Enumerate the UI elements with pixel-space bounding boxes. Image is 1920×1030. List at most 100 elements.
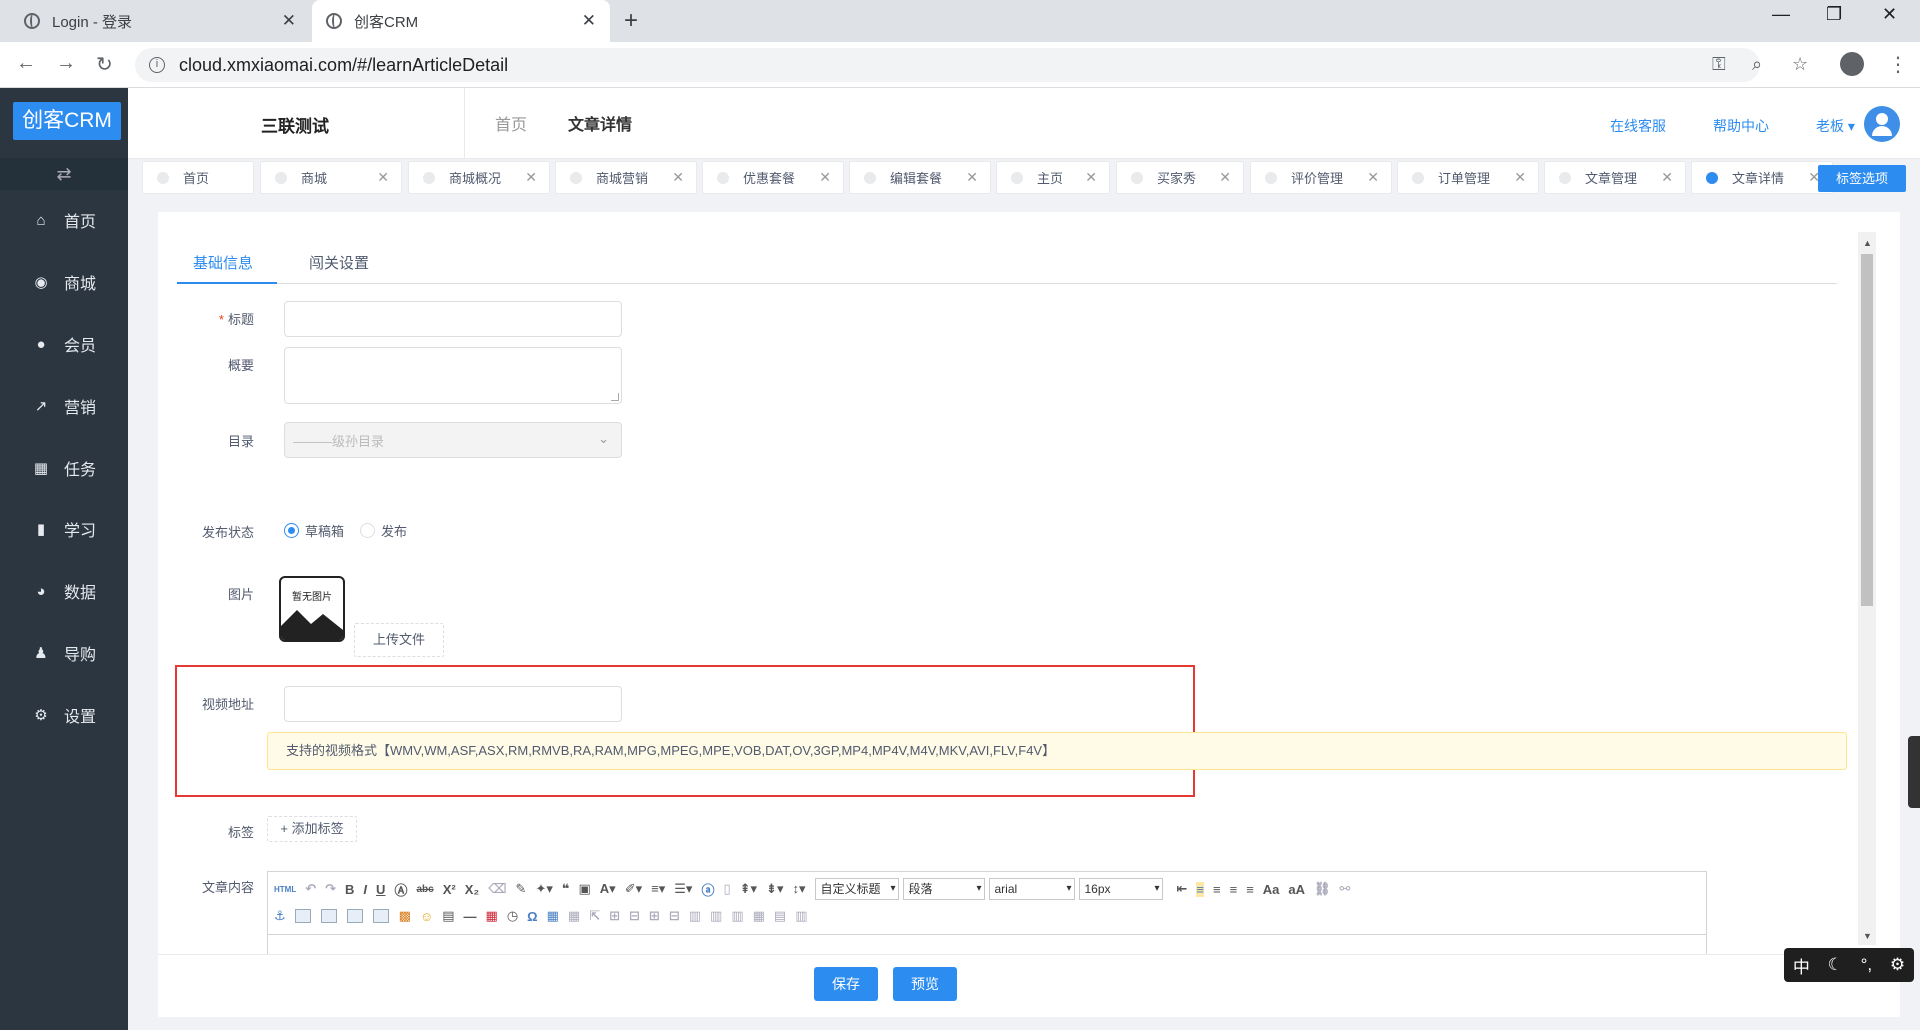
tag-article-management[interactable]: 文章管理 ✕ bbox=[1544, 161, 1686, 194]
subscript-icon[interactable]: X₂ bbox=[465, 882, 479, 897]
tag-main-page[interactable]: 主页 ✕ bbox=[996, 161, 1110, 194]
title-input[interactable] bbox=[284, 301, 622, 337]
direction-icon[interactable]: ⇤ bbox=[1177, 881, 1188, 897]
split-cells-icon[interactable]: ▦ bbox=[753, 908, 765, 924]
merge-right-icon[interactable]: ▥ bbox=[710, 908, 722, 924]
insert-para-before-icon[interactable]: ⇱ bbox=[589, 908, 600, 924]
close-icon[interactable]: ✕ bbox=[525, 169, 537, 186]
close-icon[interactable]: ✕ bbox=[1367, 169, 1379, 186]
tab-basic-info[interactable]: 基础信息 bbox=[193, 252, 253, 273]
sidebar-item-settings[interactable]: ⚙ 设置 bbox=[0, 695, 128, 735]
image-right-icon[interactable] bbox=[346, 909, 363, 923]
scroll-down-icon[interactable]: ▼ bbox=[1863, 931, 1872, 941]
insert-row-icon[interactable]: ⊞ bbox=[609, 908, 620, 924]
forward-icon[interactable]: → bbox=[56, 52, 76, 75]
insert-table-icon[interactable]: ▦ bbox=[547, 908, 559, 924]
close-icon[interactable]: ✕ bbox=[377, 169, 389, 186]
window-close-icon[interactable]: ✕ bbox=[1882, 4, 1897, 25]
tag-shop-marketing[interactable]: 商城营销 ✕ bbox=[555, 161, 697, 194]
date-icon[interactable]: ▦ bbox=[486, 908, 498, 924]
font-border-icon[interactable]: Ⓐ bbox=[394, 880, 407, 899]
tag-shop-overview[interactable]: 商城概况 ✕ bbox=[408, 161, 550, 194]
format-brush-icon[interactable]: ✎ bbox=[516, 881, 527, 897]
merge-cells-icon[interactable]: ▥ bbox=[689, 908, 701, 924]
close-icon[interactable]: ✕ bbox=[966, 169, 978, 186]
emoji-icon[interactable]: ☺ bbox=[420, 909, 433, 924]
sidebar-item-home[interactable]: ⌂ 首页 bbox=[0, 200, 128, 240]
split-cols-icon[interactable]: ▥ bbox=[795, 908, 807, 924]
punctuation-icon[interactable]: °, bbox=[1861, 955, 1873, 975]
to-uppercase-icon[interactable]: Aa bbox=[1263, 882, 1280, 897]
video-url-input[interactable] bbox=[284, 686, 622, 722]
anchor-icon[interactable]: ⚓ bbox=[274, 908, 286, 924]
paste-icon[interactable]: ▣ bbox=[579, 881, 591, 897]
to-lowercase-icon[interactable]: aA bbox=[1288, 882, 1305, 897]
row-spacing-top-icon[interactable]: ⇞▾ bbox=[740, 881, 757, 897]
font-size-select[interactable]: 16px bbox=[1078, 878, 1163, 900]
close-icon[interactable]: ✕ bbox=[282, 11, 296, 31]
radio-draft[interactable] bbox=[284, 523, 299, 538]
gear-icon[interactable]: ⚙ bbox=[1890, 955, 1905, 975]
browser-tab-crm[interactable]: 创客CRM ✕ bbox=[312, 0, 610, 42]
user-menu-link[interactable]: 老板 ▾ bbox=[1816, 116, 1855, 136]
radio-draft-label[interactable]: 草稿箱 bbox=[305, 521, 344, 540]
image-center-icon[interactable] bbox=[372, 909, 389, 923]
zoom-icon[interactable]: ⌕ bbox=[1752, 54, 1762, 75]
upload-file-button[interactable]: 上传文件 bbox=[354, 623, 444, 657]
close-icon[interactable]: ✕ bbox=[1085, 169, 1097, 186]
image-left-icon[interactable] bbox=[320, 909, 337, 923]
insert-col-icon[interactable]: ⊞ bbox=[649, 908, 660, 924]
back-icon[interactable]: ← bbox=[16, 52, 36, 75]
star-icon[interactable]: ☆ bbox=[1792, 54, 1808, 75]
undo-icon[interactable]: ↶ bbox=[305, 881, 316, 897]
split-rows-icon[interactable]: ▤ bbox=[774, 908, 786, 924]
eraser-icon[interactable]: ⌫ bbox=[488, 881, 506, 897]
online-service-link[interactable]: 在线客服 bbox=[1610, 116, 1666, 136]
image-none-icon[interactable] bbox=[294, 909, 311, 923]
auto-format-icon[interactable]: ✦▾ bbox=[535, 881, 552, 897]
redo-icon[interactable]: ↷ bbox=[325, 881, 336, 897]
sidebar-item-study[interactable]: ▮ 学习 bbox=[0, 509, 128, 549]
radio-publish[interactable] bbox=[360, 523, 376, 538]
unlink-icon[interactable]: ⚯ bbox=[1340, 881, 1351, 897]
close-icon[interactable]: ✕ bbox=[1514, 169, 1526, 186]
menu-dots-icon[interactable]: ⋮ bbox=[1888, 52, 1908, 77]
new-tab-button[interactable]: + bbox=[624, 7, 638, 35]
close-icon[interactable]: ✕ bbox=[1219, 169, 1231, 186]
save-button[interactable]: 保存 bbox=[814, 967, 878, 1001]
time-icon[interactable]: ◷ bbox=[507, 908, 518, 924]
paragraph-select[interactable]: 段落 bbox=[902, 878, 985, 900]
tag-edit-package[interactable]: 编辑套餐 ✕ bbox=[849, 161, 991, 194]
highlight-color-icon[interactable]: ✐▾ bbox=[625, 881, 642, 897]
delete-col-icon[interactable]: ⊟ bbox=[669, 908, 680, 924]
link-icon[interactable]: ⛓ bbox=[1314, 881, 1331, 897]
minimize-icon[interactable]: — bbox=[1772, 4, 1790, 25]
close-icon[interactable]: ✕ bbox=[1661, 169, 1673, 186]
tag-review-management[interactable]: 评价管理 ✕ bbox=[1250, 161, 1392, 194]
info-icon[interactable]: i bbox=[149, 57, 165, 73]
tag-shop[interactable]: 商城 ✕ bbox=[260, 161, 402, 194]
special-char-icon[interactable]: Ω bbox=[527, 909, 537, 924]
help-center-link[interactable]: 帮助中心 bbox=[1713, 116, 1769, 136]
brand-logo[interactable]: 创客CRM bbox=[13, 102, 121, 140]
summary-textarea[interactable] bbox=[284, 347, 622, 404]
avatar[interactable] bbox=[1864, 106, 1900, 142]
scroll-up-icon[interactable]: ▲ bbox=[1863, 238, 1872, 248]
sidebar-item-data[interactable]: ◕ 数据 bbox=[0, 571, 128, 611]
html-source-button[interactable]: HTML bbox=[274, 885, 296, 894]
add-tag-button[interactable]: + 添加标签 bbox=[267, 816, 357, 842]
key-icon[interactable]: ⚿ bbox=[1712, 54, 1726, 75]
scroll-thumb[interactable] bbox=[1861, 254, 1873, 606]
custom-title-select[interactable]: 自定义标题 bbox=[814, 878, 899, 900]
page-icon[interactable]: ▯ bbox=[723, 881, 730, 897]
align-center-icon[interactable]: ≡ bbox=[1213, 882, 1221, 897]
ime-mode[interactable]: 中 bbox=[1793, 953, 1810, 978]
sidebar-item-marketing[interactable]: ↗ 营销 bbox=[0, 386, 128, 426]
maximize-icon[interactable]: ❐ bbox=[1826, 4, 1842, 25]
row-spacing-bottom-icon[interactable]: ⇟▾ bbox=[766, 881, 783, 897]
ordered-list-icon[interactable]: ≡▾ bbox=[651, 881, 665, 897]
sidebar-item-task[interactable]: ▦ 任务 bbox=[0, 448, 128, 488]
line-height-icon[interactable]: ↕▾ bbox=[792, 881, 805, 897]
italic-icon[interactable]: I bbox=[363, 882, 367, 897]
font-family-select[interactable]: arial bbox=[988, 878, 1075, 900]
